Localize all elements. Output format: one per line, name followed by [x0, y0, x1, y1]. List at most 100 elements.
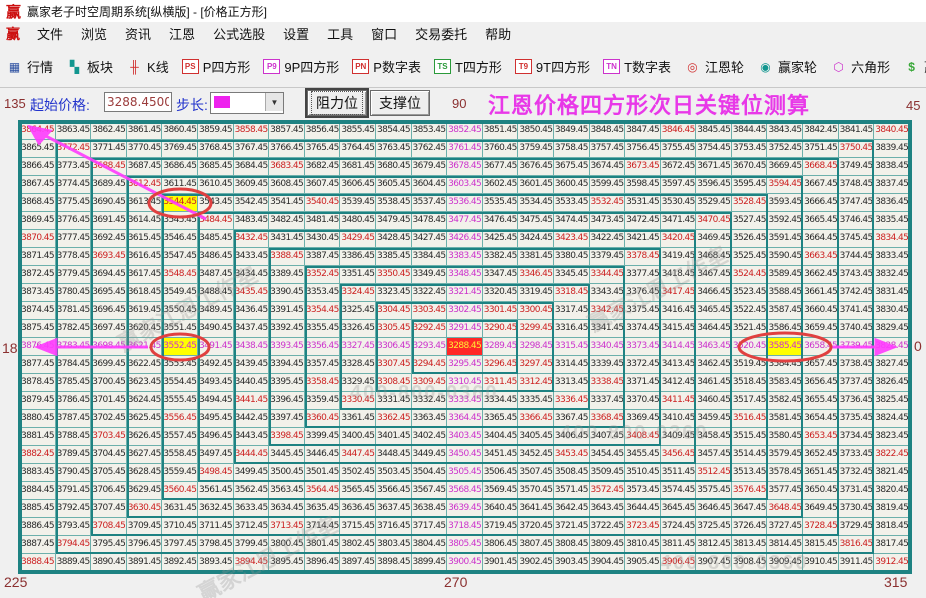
menu-item-8[interactable]: 交易委托 [406, 25, 476, 44]
price-cell: 3346.45 [518, 266, 554, 284]
price-cell: 3652.45 [803, 446, 839, 464]
menu-item-0[interactable]: 文件 [28, 25, 72, 44]
price-cell: 3798.45 [197, 536, 234, 554]
toolbar-item-江恩轮[interactable]: ◎ 江恩轮 [684, 57, 744, 76]
toolbar-item-9T四方形[interactable]: T9 9T四方形 [514, 57, 590, 76]
price-cell: 3861.45 [126, 122, 163, 140]
price-cell: 3637.45 [375, 500, 412, 518]
toolbar-item-K线[interactable]: ╫ K线 [126, 57, 168, 76]
price-cell: 3347.45 [482, 266, 519, 284]
price-cell: 3896.45 [304, 554, 341, 572]
support-button[interactable]: 支撑位 [370, 90, 430, 116]
price-cell: 3750.45 [838, 140, 875, 158]
price-cell: 3456.45 [660, 446, 697, 464]
price-cell: 3356.45 [304, 338, 341, 356]
price-cell: 3358.45 [304, 374, 341, 392]
price-cell: 3853.45 [411, 122, 448, 140]
price-cell: 3719.45 [482, 518, 519, 536]
price-cell: 3866.45 [20, 158, 56, 176]
menu-item-4[interactable]: 公式选股 [204, 25, 274, 44]
menu-item-7[interactable]: 窗口 [362, 25, 406, 44]
price-cell: 3629.45 [126, 482, 163, 500]
price-cell: 3893.45 [197, 554, 234, 572]
combobox-dropdown-arrow-icon[interactable]: ▼ [265, 93, 283, 111]
price-cell: 3445.45 [269, 446, 305, 464]
price-cell: 3909.45 [767, 554, 804, 572]
price-cell: 3806.45 [482, 536, 519, 554]
price-cell: 3875.45 [20, 320, 56, 338]
price-cell: 3395.45 [269, 374, 305, 392]
price-cell: 3462.45 [696, 356, 732, 374]
price-cell: 3341.45 [589, 320, 626, 338]
price-cell: 3767.45 [233, 140, 270, 158]
price-cell: 3526.45 [731, 230, 768, 248]
price-cell: 3357.45 [304, 356, 341, 374]
price-cell: 3678.45 [447, 158, 483, 176]
toolbar-item-P四方形[interactable]: PS P四方形 [181, 57, 250, 76]
price-cell: 3668.45 [803, 158, 839, 176]
price-cell: 3360.45 [304, 410, 341, 428]
toolbar-item-板块[interactable]: ▚ 板块 [66, 57, 113, 76]
price-cell: 3413.45 [660, 356, 697, 374]
price-cell: 3727.45 [767, 518, 804, 536]
toolbar-item-label: 9P四方形 [284, 60, 340, 75]
menu-item-1[interactable]: 浏览 [72, 25, 116, 44]
price-cell: 3620.45 [126, 320, 163, 338]
price-cell: 3676.45 [518, 158, 554, 176]
price-cell: 3411.45 [660, 392, 697, 410]
toolbar-item-P数字表[interactable]: PN P数字表 [352, 57, 421, 76]
toolbar-item-六角形[interactable]: ⬡ 六角形 [830, 57, 890, 76]
toolbar-item-T四方形[interactable]: TS T四方形 [433, 57, 502, 76]
price-cell: 3309.45 [411, 374, 448, 392]
price-cell: 3785.45 [55, 374, 92, 392]
angle-label-315: 315 [884, 574, 908, 590]
start-price-input[interactable] [104, 92, 172, 112]
menu-item-5[interactable]: 设置 [274, 25, 318, 44]
resistance-button[interactable]: 阻力位 [305, 88, 369, 118]
toolbar-item-行情[interactable]: ▦ 行情 [6, 57, 53, 76]
toolbar-item-赢家服务[interactable]: $赢家服务 [903, 57, 926, 76]
price-cell: 3511.45 [660, 464, 697, 482]
price-cell: 3513.45 [731, 464, 768, 482]
price-cell: 3408.45 [625, 428, 661, 446]
toolbar-item-赢家轮[interactable]: ◉ 赢家轮 [757, 57, 817, 76]
price-cell: 3743.45 [838, 266, 875, 284]
price-cell: 3612.45 [126, 176, 163, 194]
price-cell: 3895.45 [269, 554, 305, 572]
price-cell: 3843.45 [767, 122, 804, 140]
price-cell: 3507.45 [518, 464, 554, 482]
price-cell: 3563.45 [269, 482, 305, 500]
price-cell: 3291.45 [447, 320, 483, 338]
menu-bar: 赢 文件 浏览 资讯 江恩 公式选股 设置 工具 窗口 交易委托 帮助 [0, 22, 926, 47]
price-cell: 3822.45 [874, 446, 910, 464]
price-cell: 3381.45 [518, 248, 554, 266]
toolbar-item-9P四方形[interactable]: P9 9P四方形 [263, 57, 339, 76]
menu-item-6[interactable]: 工具 [318, 25, 362, 44]
price-cell: 3465.45 [696, 302, 732, 320]
toolbar-item-T数字表[interactable]: TN T数字表 [603, 57, 671, 76]
price-cell: 3544.45 [162, 194, 198, 212]
menu-item-2[interactable]: 资讯 [116, 25, 160, 44]
price-cell: 3664.45 [803, 230, 839, 248]
winner-wheel-icon: ◉ [760, 59, 771, 74]
price-cell: 3398.45 [269, 428, 305, 446]
price-cell: 3448.45 [375, 446, 412, 464]
angle-label-90: 90 [452, 96, 467, 111]
step-color-combobox[interactable]: ▼ [210, 92, 284, 114]
price-cell: 3857.45 [269, 122, 305, 140]
price-cell: 3725.45 [696, 518, 732, 536]
step-color-swatch [214, 96, 230, 108]
price-cell: 3288.45 [447, 338, 483, 356]
price-cell: 3738.45 [838, 356, 875, 374]
price-cell: 3650.45 [803, 482, 839, 500]
price-cell: 3864.45 [20, 122, 56, 140]
price-cell: 3636.45 [340, 500, 376, 518]
price-cell: 3769.45 [162, 140, 198, 158]
menu-item-3[interactable]: 江恩 [160, 25, 204, 44]
price-cell: 3314.45 [553, 356, 590, 374]
price-cell: 3755.45 [660, 140, 697, 158]
price-cell: 3692.45 [91, 230, 127, 248]
menu-item-9[interactable]: 帮助 [476, 25, 520, 44]
price-cell: 3608.45 [269, 176, 305, 194]
price-cell: 3449.45 [411, 446, 448, 464]
